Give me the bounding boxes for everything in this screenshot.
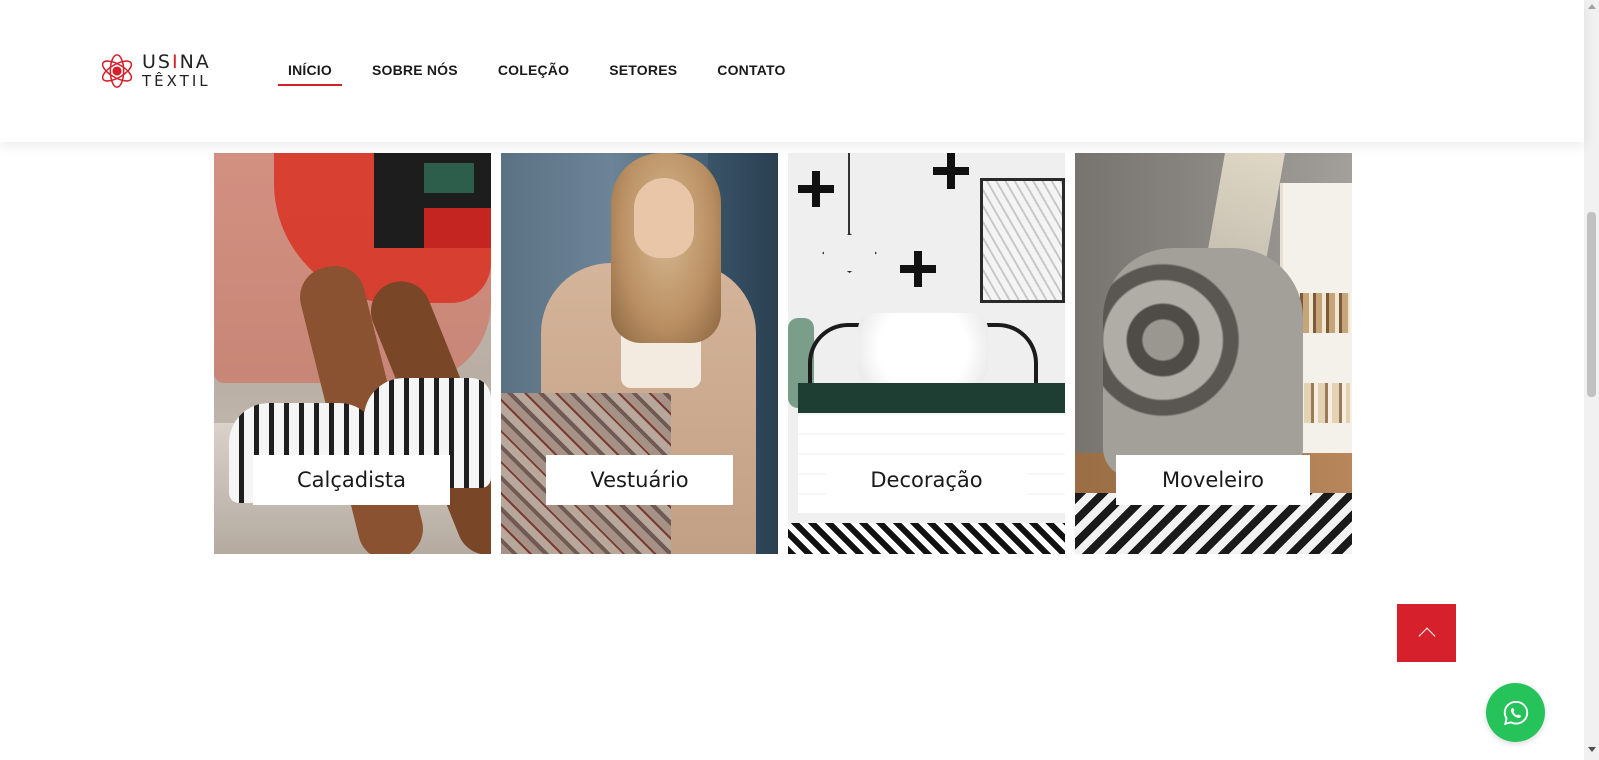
logo-word-part: US: [142, 51, 172, 73]
sector-card-calcadista[interactable]: Calçadista: [214, 153, 491, 554]
back-to-top-button[interactable]: [1397, 604, 1456, 662]
sector-card-decoracao[interactable]: Decoração: [788, 153, 1065, 554]
sector-cards: Calçadista Vestuário Decoração Moveleiro: [214, 153, 1352, 554]
nav-setores[interactable]: SETORES: [599, 62, 687, 83]
scroll-up-arrow-icon[interactable]: [1588, 4, 1596, 9]
sector-card-moveleiro[interactable]: Moveleiro: [1075, 153, 1352, 554]
page-scrollbar[interactable]: [1584, 0, 1599, 760]
chevron-up-icon: [1418, 627, 1435, 645]
logo-word-part: NA: [179, 51, 211, 73]
main-nav: INÍCIO SOBRE NÓS COLEÇÃO SETORES CONTATO: [278, 62, 816, 86]
logo-subtitle: TÊXTIL: [142, 72, 211, 90]
sector-card-vestuario[interactable]: Vestuário: [501, 153, 778, 554]
card-image: [980, 178, 1065, 303]
nav-colecao[interactable]: COLEÇÃO: [488, 62, 579, 83]
scroll-thumb[interactable]: [1587, 212, 1596, 397]
logo-mark-icon: [101, 54, 133, 88]
site-header: USINA TÊXTIL INÍCIO SOBRE NÓS COLEÇÃO SE…: [0, 0, 1584, 142]
sector-label[interactable]: Vestuário: [546, 455, 733, 505]
whatsapp-button[interactable]: [1486, 683, 1545, 742]
nav-inicio[interactable]: INÍCIO: [278, 62, 342, 86]
nav-contato[interactable]: CONTATO: [707, 62, 795, 83]
sector-label[interactable]: Moveleiro: [1116, 455, 1310, 505]
sector-label[interactable]: Calçadista: [253, 455, 450, 505]
nav-sobre-nos[interactable]: SOBRE NÓS: [362, 62, 468, 83]
logo-word-accent: I: [171, 51, 180, 73]
sector-label[interactable]: Decoração: [826, 455, 1027, 505]
logo[interactable]: USINA TÊXTIL: [98, 52, 211, 90]
scroll-down-arrow-icon[interactable]: [1588, 747, 1596, 752]
whatsapp-icon: [1503, 700, 1528, 725]
